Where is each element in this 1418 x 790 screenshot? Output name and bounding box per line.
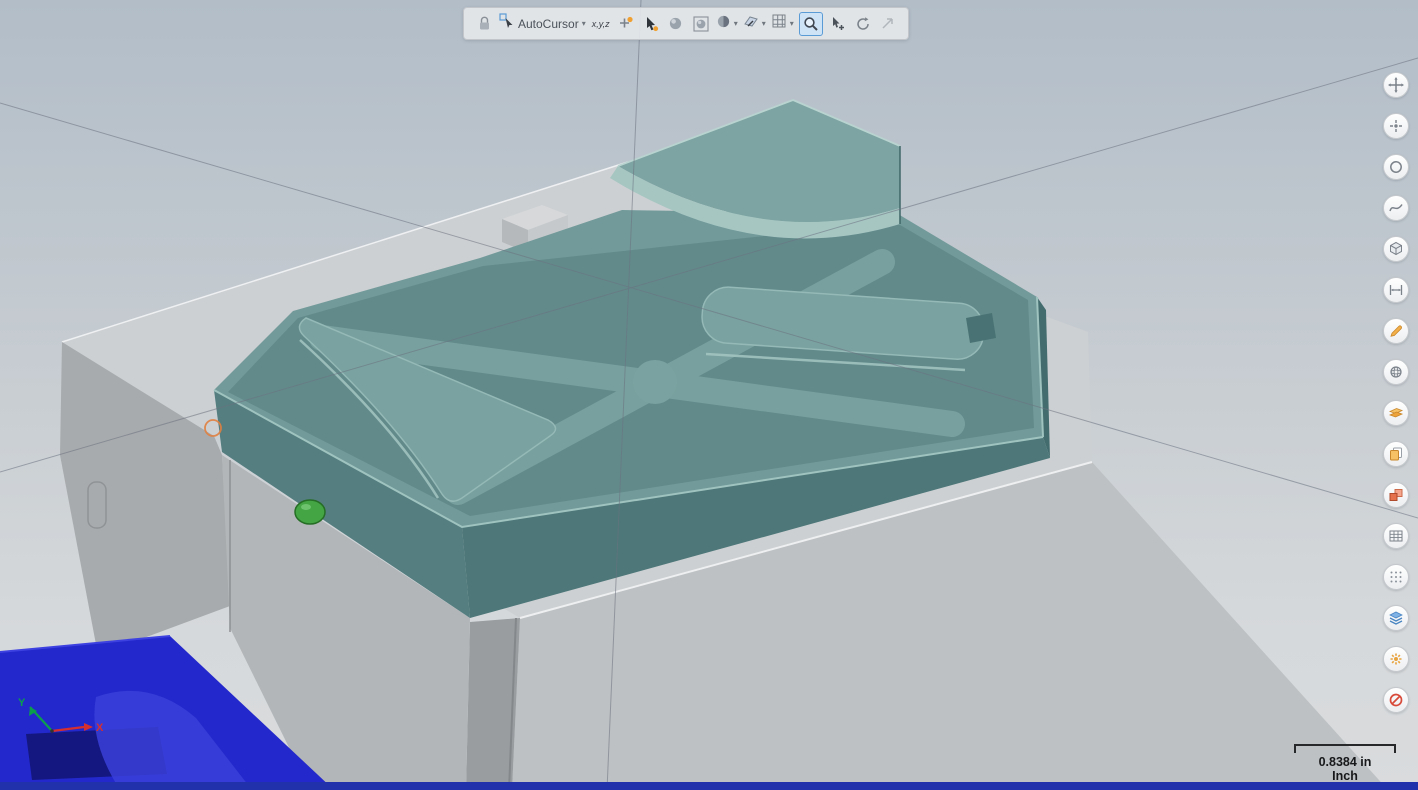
prohibition-icon [1389, 693, 1403, 707]
part-center-boss [633, 360, 677, 404]
levels-button[interactable] [1383, 605, 1409, 631]
options-button[interactable] [1383, 646, 1409, 672]
fit-view-button[interactable] [1383, 72, 1409, 98]
surface-tool-button[interactable] [1383, 359, 1409, 385]
half-sphere-icon [716, 14, 731, 34]
point-grid-button[interactable] [1383, 564, 1409, 590]
chevron-down-icon: ▾ [789, 18, 794, 28]
autocursor-toolbar: AutoCursor ▾ x,y,z ▾ ▾ ▾ [463, 7, 909, 40]
grid-settings-button[interactable] [1383, 523, 1409, 549]
pointer-select-button[interactable] [641, 12, 661, 36]
pencil-icon [1390, 325, 1402, 337]
transform-icon [1389, 489, 1403, 501]
view-cube-icon [1390, 241, 1402, 256]
annotate-button[interactable] [1383, 318, 1409, 344]
view-orientation-button[interactable] [1383, 236, 1409, 262]
gnomon-xyz-button[interactable]: x,y,z [591, 12, 611, 36]
select-add-button[interactable] [828, 12, 848, 36]
dot-grid-icon [1390, 571, 1402, 583]
point-position-icon [1390, 120, 1402, 132]
xyz-icon: x,y,z [591, 18, 610, 29]
box-select-button[interactable] [691, 12, 711, 36]
circle-icon [1390, 161, 1402, 173]
sphere-mesh-icon [1390, 366, 1402, 378]
clamp-knob[interactable] [294, 499, 326, 525]
diagonal-arrow-icon [880, 16, 895, 31]
autocursor-icon [499, 13, 515, 34]
autocursor-dropdown[interactable]: AutoCursor ▾ [499, 13, 586, 34]
refresh-icon [855, 16, 871, 32]
measure-distance-button[interactable] [1383, 277, 1409, 303]
spline-icon [1389, 204, 1403, 212]
plane-select-icon [743, 13, 759, 34]
grid-icon [771, 13, 787, 34]
viewport-3d[interactable]: Y X [0, 0, 1418, 790]
shaded-select-dropdown[interactable]: ▾ [716, 14, 738, 34]
x-axis-label: X [96, 722, 104, 734]
chevron-down-icon: ▾ [733, 18, 738, 28]
grid-table-icon [1389, 530, 1403, 542]
circle-tool-button[interactable] [1383, 154, 1409, 180]
autocursor-label: AutoCursor [518, 16, 579, 31]
regenerate-button[interactable] [853, 12, 873, 36]
status-strip [0, 782, 1418, 790]
copy-entities-button[interactable] [1383, 441, 1409, 467]
transform-entities-button[interactable] [1383, 482, 1409, 508]
application-window: Y X AutoCursor ▾ x,y,z ▾ ▾ ▾ 0.8384 in I… [0, 0, 1418, 790]
zoom-window-toggle[interactable] [798, 11, 823, 36]
cursor-plus-icon [830, 16, 846, 32]
copy-icon [1390, 447, 1402, 461]
scale-indicator: 0.8384 in Inch [1294, 744, 1396, 784]
scale-value: 0.8384 in [1318, 755, 1372, 769]
cursor-settings-button[interactable] [616, 12, 636, 36]
fit-view-icon [1388, 77, 1404, 93]
sphere-select-button[interactable] [666, 12, 686, 36]
measure-icon [1389, 285, 1403, 295]
plane-select-dropdown[interactable]: ▾ [743, 13, 766, 34]
part-slot-notch [966, 313, 996, 343]
chevron-down-icon: ▾ [761, 18, 766, 28]
grid-snap-dropdown[interactable]: ▾ [771, 13, 794, 34]
clamp-knob-highlight [301, 504, 311, 510]
spline-tool-button[interactable] [1383, 195, 1409, 221]
lock-icon [478, 16, 491, 31]
magnifier-icon [803, 16, 819, 32]
cursor-settings-icon [618, 16, 633, 31]
layers-icon [1389, 611, 1403, 625]
escape-button[interactable] [878, 12, 898, 36]
disable-selection-button[interactable] [1383, 687, 1409, 713]
pointer-icon [643, 16, 659, 32]
sphere-icon [668, 16, 683, 31]
planes-icon [1388, 408, 1404, 418]
planes-button[interactable] [1383, 400, 1409, 426]
y-axis-label: Y [18, 697, 26, 709]
scale-ruler [1294, 744, 1396, 753]
axis-origin [50, 729, 54, 733]
point-position-button[interactable] [1383, 113, 1409, 139]
sphere-in-box-icon [693, 15, 709, 32]
selection-lock-button[interactable] [474, 12, 494, 36]
view-toolbar [1383, 72, 1409, 713]
gear-icon [1390, 653, 1402, 665]
chevron-down-icon: ▾ [581, 18, 586, 28]
